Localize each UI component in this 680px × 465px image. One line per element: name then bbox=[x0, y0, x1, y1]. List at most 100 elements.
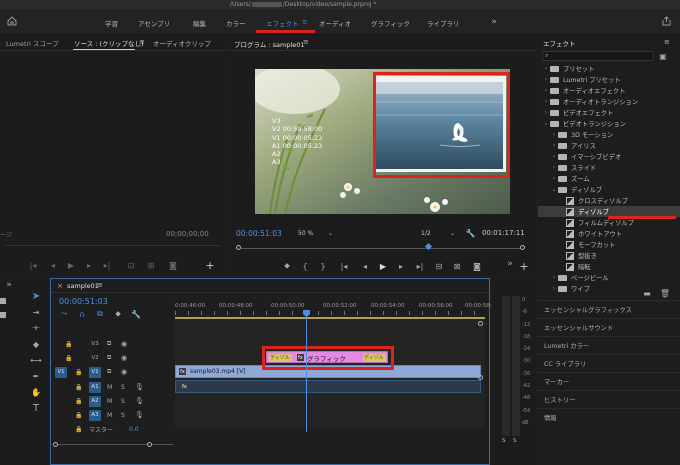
tree-item-audio-effects[interactable]: › オーディオエフェクト bbox=[538, 85, 680, 96]
tab-assembly[interactable]: アセンブリ bbox=[138, 18, 170, 28]
panel-markers[interactable]: マーカー bbox=[538, 372, 680, 390]
step-forward-icon[interactable]: ▸| bbox=[102, 260, 112, 270]
track-label-v3[interactable]: V3 bbox=[89, 339, 101, 350]
resolution-select[interactable]: 1/2 bbox=[421, 230, 431, 237]
track-select-tool-icon[interactable]: ⇥ bbox=[30, 306, 42, 318]
hand-tool-icon[interactable]: ✋ bbox=[30, 386, 42, 398]
panel-essential-graphics[interactable]: エッセンシャルグラフィックス bbox=[538, 300, 680, 318]
zoom-chevron-down-icon[interactable]: ⌄ bbox=[328, 230, 333, 237]
new-bin-icon[interactable]: ▣ bbox=[658, 51, 668, 61]
program-timecode[interactable]: 00:00:51:03 bbox=[236, 229, 282, 238]
tree-item-immersive-video[interactable]: › イマーシブビデオ bbox=[538, 151, 680, 162]
slip-tool-icon[interactable]: ⟷ bbox=[30, 354, 42, 366]
tree-item-iris[interactable]: › アイリス bbox=[538, 140, 680, 151]
lock-icon[interactable]: 🔒 bbox=[75, 384, 82, 391]
panel-essential-sound[interactable]: エッセンシャルサウンド bbox=[538, 318, 680, 336]
prev-frame-icon[interactable]: ◂ bbox=[48, 260, 58, 270]
tab-edit[interactable]: 編集 bbox=[193, 18, 206, 28]
mic-icon[interactable]: 🎙 bbox=[135, 383, 144, 391]
tree-item-film-dissolve[interactable]: フィルムディゾルブ bbox=[538, 217, 680, 228]
lock-icon[interactable]: 🔒 bbox=[65, 341, 72, 348]
source-patch-v1[interactable]: V1 bbox=[55, 366, 67, 378]
resolution-chevron-down-icon[interactable]: ⌄ bbox=[450, 230, 455, 237]
panel-info[interactable]: 情報 bbox=[538, 408, 680, 426]
extract-icon[interactable]: ⊠ bbox=[452, 261, 462, 271]
export-frame-icon[interactable]: ◙ bbox=[472, 261, 482, 271]
tab-effects-menu-icon[interactable]: ≡ bbox=[302, 18, 307, 26]
tree-item-dip-to-black[interactable]: 暗転 bbox=[538, 261, 680, 272]
play-icon[interactable]: ▶ bbox=[378, 261, 388, 271]
mute-button[interactable]: M bbox=[107, 398, 112, 405]
lift-icon[interactable]: ⊟ bbox=[434, 261, 444, 271]
tab-color[interactable]: カラー bbox=[226, 18, 246, 28]
solo-right-button[interactable]: S bbox=[513, 438, 517, 444]
mic-icon[interactable]: 🎙 bbox=[135, 397, 144, 405]
tree-item-lumetri-presets[interactable]: › Lumetri プリセット bbox=[538, 74, 680, 85]
audio-clip-a1[interactable]: fx bbox=[175, 380, 481, 393]
tree-item-presets[interactable]: › プリセット bbox=[538, 63, 680, 74]
tree-item-slide[interactable]: › スライド bbox=[538, 162, 680, 173]
step-forward-icon[interactable]: ▸ bbox=[396, 261, 406, 271]
export-frame-icon[interactable]: ◙ bbox=[168, 260, 178, 270]
sync-lock-icon[interactable]: ⧉ bbox=[107, 368, 111, 376]
step-back-icon[interactable]: ◂ bbox=[360, 261, 370, 271]
eye-icon[interactable]: ◉ bbox=[121, 340, 127, 348]
linked-selection-icon[interactable]: ⧉ bbox=[95, 309, 105, 319]
play-icon[interactable]: ▶ bbox=[66, 260, 76, 270]
timeline-tab[interactable]: sample01 bbox=[67, 282, 99, 290]
timeline-playhead[interactable] bbox=[303, 310, 310, 432]
effects-search-input[interactable]: ⌕ bbox=[542, 51, 654, 61]
tab-graphics[interactable]: グラフィック bbox=[371, 18, 410, 28]
timeline-menu-icon[interactable]: ≡ bbox=[97, 281, 103, 289]
tree-item-video-effects[interactable]: › ビデオエフェクト bbox=[538, 107, 680, 118]
tab-audio-clip-mixer[interactable]: オーディオクリップ bbox=[153, 38, 211, 48]
timeline-timecode[interactable]: 00:00:51:03 bbox=[59, 297, 108, 306]
lock-icon[interactable]: 🔒 bbox=[65, 355, 72, 362]
tab-lumetri-scopes[interactable]: Lumetri スコープ bbox=[6, 38, 59, 48]
sync-lock-icon[interactable]: ⧉ bbox=[107, 340, 111, 348]
tree-item-white-out[interactable]: ホワイトアウト bbox=[538, 228, 680, 239]
time-ruler[interactable]: 0:00:46:00 00:00:48:00 00:00:50:00 00:00… bbox=[175, 303, 499, 319]
lock-icon[interactable]: 🔒 bbox=[75, 369, 82, 376]
solo-left-button[interactable]: S bbox=[502, 438, 506, 444]
solo-button[interactable]: S bbox=[121, 412, 125, 419]
lock-icon[interactable]: 🔒 bbox=[75, 426, 82, 433]
tab-learn[interactable]: 学習 bbox=[105, 18, 118, 28]
ripple-edit-tool-icon[interactable]: ⟛ bbox=[30, 322, 42, 334]
panel-lumetri-color[interactable]: Lumetri カラー bbox=[538, 336, 680, 354]
selection-tool-icon[interactable]: ➤ bbox=[30, 290, 42, 302]
solo-button[interactable]: S bbox=[121, 398, 125, 405]
eye-icon[interactable]: ◉ bbox=[121, 354, 127, 362]
lock-icon[interactable]: 🔒 bbox=[75, 412, 82, 419]
magnet-icon[interactable]: ∩ bbox=[77, 309, 87, 319]
track-label-a1[interactable]: A1 bbox=[89, 381, 101, 393]
zoom-select[interactable]: 50 % bbox=[298, 230, 313, 237]
master-volume[interactable]: 0.0 bbox=[129, 426, 139, 433]
expand-icon[interactable]: » bbox=[4, 280, 14, 290]
insert-icon[interactable]: ⊡ bbox=[126, 260, 136, 270]
vertical-scroll-handle[interactable] bbox=[478, 375, 483, 380]
eye-icon[interactable]: ◉ bbox=[121, 368, 127, 376]
tab-audio[interactable]: オーディオ bbox=[319, 18, 351, 28]
tree-item-zoom[interactable]: › ズーム bbox=[538, 173, 680, 184]
panel-cc-libraries[interactable]: CC ライブラリ bbox=[538, 354, 680, 372]
tab-effects[interactable]: エフェクト bbox=[266, 18, 299, 28]
track-label-v2[interactable]: V2 bbox=[89, 353, 101, 364]
tree-item-video-transitions[interactable]: ⌄ ビデオトランジション bbox=[538, 118, 680, 129]
mark-in-icon[interactable]: { bbox=[300, 261, 310, 271]
add-marker-icon[interactable]: ⬥ bbox=[282, 261, 292, 271]
panel-history[interactable]: ヒストリー bbox=[538, 390, 680, 408]
add-button-icon[interactable]: + bbox=[204, 259, 216, 272]
type-tool-icon[interactable]: T bbox=[30, 402, 42, 414]
more-controls-icon[interactable]: » bbox=[504, 259, 516, 269]
program-scrubber[interactable] bbox=[236, 242, 525, 252]
sync-lock-icon[interactable]: ⧉ bbox=[107, 354, 111, 362]
add-marker-icon[interactable]: ⬥ bbox=[113, 309, 123, 319]
home-icon[interactable] bbox=[6, 15, 18, 27]
tree-item-morph-cut[interactable]: モーフカット bbox=[538, 239, 680, 250]
share-icon[interactable] bbox=[660, 15, 672, 27]
mute-button[interactable]: M bbox=[107, 412, 112, 419]
tree-item-cutout[interactable]: 型抜き bbox=[538, 250, 680, 261]
step-back-icon[interactable]: |◂ bbox=[28, 260, 38, 270]
pen-tool-icon[interactable]: ✒ bbox=[30, 370, 42, 382]
